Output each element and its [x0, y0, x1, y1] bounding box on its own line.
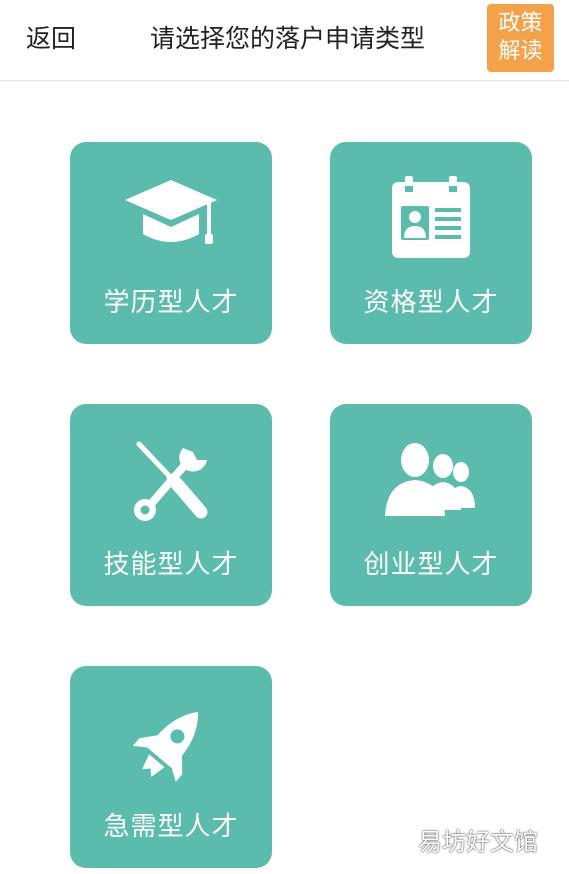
card-entrepreneur-talent[interactable]: 创业型人才 — [330, 404, 532, 606]
policy-button-line1: 政策 — [498, 11, 543, 36]
id-badge-icon — [381, 176, 481, 262]
card-label: 技能型人才 — [103, 550, 239, 580]
graduation-cap-icon — [121, 176, 221, 262]
wrench-screwdriver-icon — [121, 438, 221, 524]
card-skill-talent[interactable]: 技能型人才 — [70, 404, 272, 606]
card-label: 创业型人才 — [363, 550, 499, 580]
card-label: 急需型人才 — [103, 812, 239, 842]
card-education-talent[interactable]: 学历型人才 — [70, 142, 272, 344]
back-button[interactable]: 返回 — [26, 22, 76, 56]
policy-button-line2: 解读 — [498, 39, 543, 64]
page-title: 请选择您的落户申请类型 — [150, 24, 426, 53]
people-group-icon — [381, 438, 481, 524]
watermark-text: 易坊好文馆 — [418, 828, 538, 856]
app-header: 返回 请选择您的落户申请类型 政策 解读 — [0, 0, 569, 81]
card-label: 学历型人才 — [103, 288, 239, 318]
card-qualification-talent[interactable]: 资格型人才 — [330, 142, 532, 344]
policy-interpretation-button[interactable]: 政策 解读 — [487, 4, 554, 72]
rocket-icon — [121, 700, 221, 786]
card-label: 资格型人才 — [363, 288, 499, 318]
card-urgent-talent[interactable]: 急需型人才 — [70, 666, 272, 868]
